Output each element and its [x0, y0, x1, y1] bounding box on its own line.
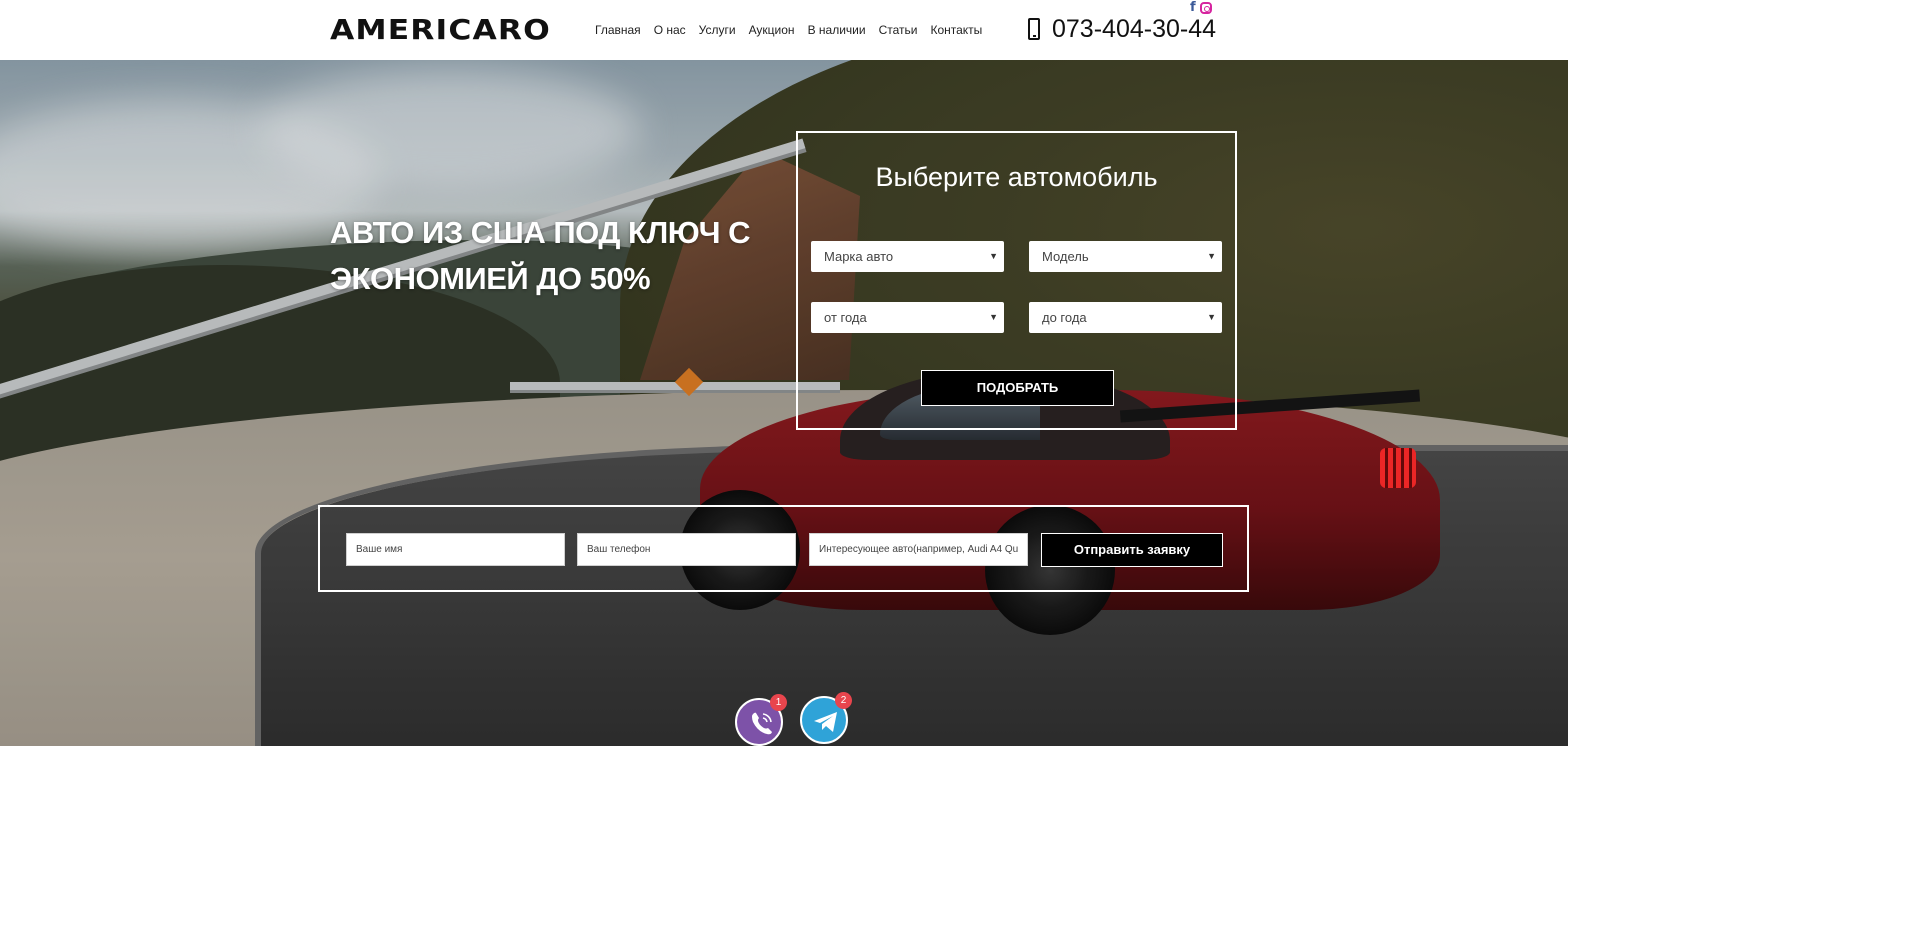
dropdown-arrow-icon: ▼	[1207, 312, 1216, 322]
viber-notification-badge: 1	[770, 694, 787, 711]
nav-item-contacts[interactable]: Контакты	[930, 22, 982, 38]
desired-car-input[interactable]: Интересующее авто(например, Audi A4 Qu	[809, 533, 1028, 566]
car-selector-panel: Выберите автомобиль Марка авто ▼ Модель …	[796, 131, 1237, 430]
phone-number-link[interactable]: 073-404-30-44	[1052, 14, 1216, 44]
dropdown-arrow-icon: ▼	[989, 312, 998, 322]
year-from-select-value: от года	[824, 310, 867, 325]
hero-overlay	[0, 60, 1568, 746]
year-to-select-value: до года	[1042, 310, 1087, 325]
model-select[interactable]: Модель ▼	[1029, 241, 1222, 272]
telegram-notification-badge: 2	[835, 692, 852, 709]
hero-headline-line: АВТО ИЗ США ПОД КЛЮЧ С	[330, 215, 751, 250]
main-nav: Главная О нас Услуги Аукцион В наличии С…	[595, 22, 982, 38]
telegram-button[interactable]: 2	[800, 692, 852, 744]
social-links: f	[1190, 1, 1212, 15]
instagram-icon[interactable]	[1199, 2, 1212, 14]
site-header: AMERICARO Главная О нас Услуги Аукцион В…	[0, 0, 1568, 60]
nav-item-services[interactable]: Услуги	[699, 22, 736, 38]
model-select-value: Модель	[1042, 249, 1089, 264]
make-select-value: Марка авто	[824, 249, 894, 264]
nav-item-home[interactable]: Главная	[595, 22, 641, 38]
viber-button[interactable]: 1	[735, 694, 787, 746]
facebook-icon[interactable]: f	[1190, 1, 1196, 15]
request-form: Ваше имя Ваш телефон Интересующее авто(н…	[318, 505, 1249, 592]
hero-headline-line: ЭКОНОМИЕЙ ДО 50%	[330, 261, 651, 296]
page-bottom-strip	[0, 746, 1568, 767]
submit-request-button[interactable]: Отправить заявку	[1041, 533, 1223, 567]
hero-headline: АВТО ИЗ США ПОД КЛЮЧ С ЭКОНОМИЕЙ ДО 50%	[330, 210, 790, 302]
dropdown-arrow-icon: ▼	[1207, 251, 1216, 261]
name-input[interactable]: Ваше имя	[346, 533, 565, 566]
mobile-phone-icon	[1028, 18, 1040, 40]
year-to-select[interactable]: до года ▼	[1029, 302, 1222, 333]
year-from-select[interactable]: от года ▼	[811, 302, 1004, 333]
phone-input[interactable]: Ваш телефон	[577, 533, 796, 566]
phone-block: 073-404-30-44	[1028, 14, 1216, 44]
make-select[interactable]: Марка авто ▼	[811, 241, 1004, 272]
nav-item-about[interactable]: О нас	[654, 22, 686, 38]
dropdown-arrow-icon: ▼	[989, 251, 998, 261]
pick-car-button[interactable]: ПОДОБРАТЬ	[921, 370, 1114, 406]
hero-section: АВТО ИЗ США ПОД КЛЮЧ С ЭКОНОМИЕЙ ДО 50% …	[0, 60, 1568, 746]
site-logo[interactable]: AMERICARO	[330, 14, 551, 46]
car-selector-title: Выберите автомобиль	[875, 162, 1158, 192]
nav-item-articles[interactable]: Статьи	[879, 22, 918, 38]
nav-item-in-stock[interactable]: В наличии	[808, 22, 866, 38]
nav-item-auction[interactable]: Аукцион	[749, 22, 795, 38]
